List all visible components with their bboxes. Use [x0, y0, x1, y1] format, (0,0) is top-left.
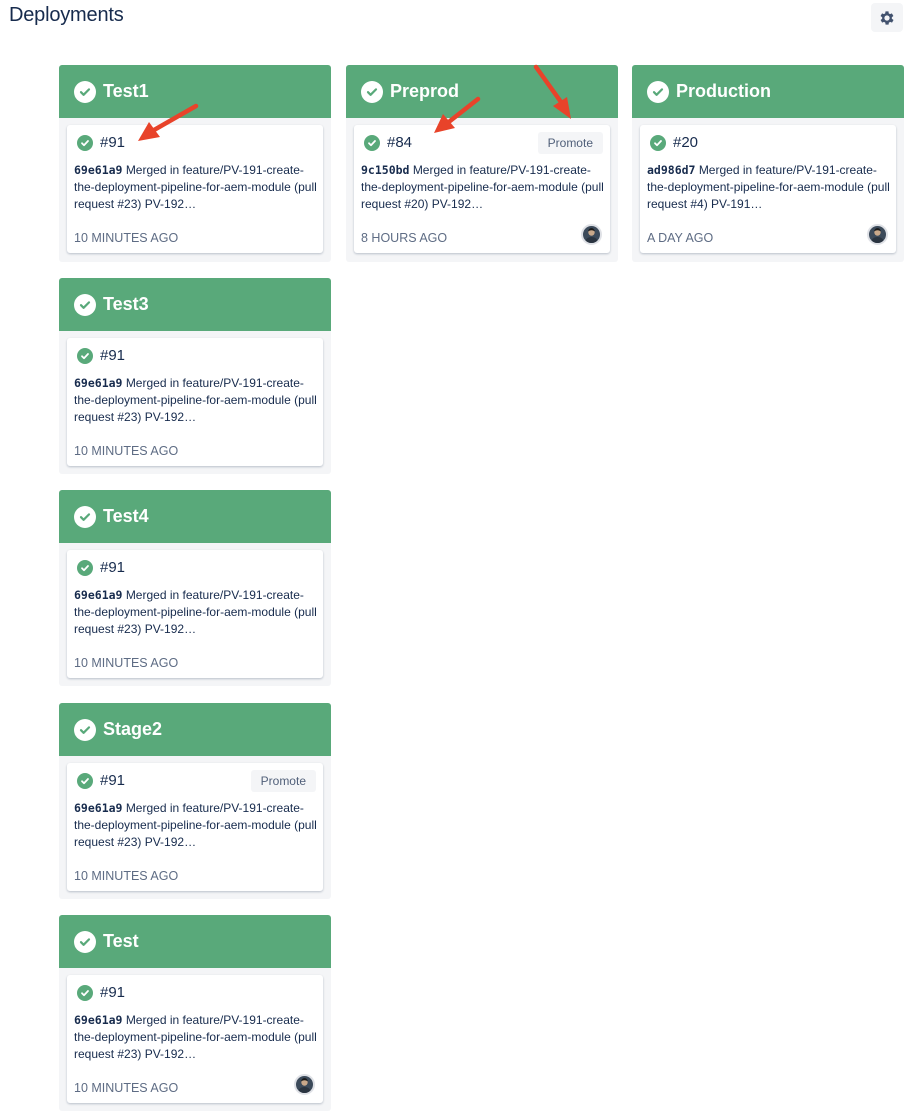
commit-hash[interactable]: 69e61a9	[74, 588, 122, 602]
deploy-time: 10 MINUTES AGO	[74, 444, 179, 458]
environment-name: Production	[676, 81, 771, 101]
deployment-card[interactable]: #91 69e61a9 Merged in feature/PV-191-cre…	[67, 550, 323, 678]
commit-hash[interactable]: 9c150bd	[361, 163, 409, 177]
deploy-time: 8 HOURS AGO	[361, 231, 448, 245]
commit-description: 69e61a9 Merged in feature/PV-191-create-…	[74, 587, 320, 638]
environment-header[interactable]: Test	[59, 915, 331, 968]
environment-header[interactable]: Stage2	[59, 703, 331, 756]
commit-hash[interactable]: 69e61a9	[74, 801, 122, 815]
environment-name: Stage2	[103, 719, 163, 739]
build-number[interactable]: #20	[673, 134, 698, 151]
annotation-arrow-icon	[434, 96, 481, 133]
commit-description: 9c150bd Merged in feature/PV-191-create-…	[361, 162, 607, 213]
environment-header[interactable]: Production	[632, 65, 904, 118]
environment-production: Production #20 ad986d7 Merged in feature…	[632, 65, 904, 262]
promote-button[interactable]: Promote	[250, 770, 316, 792]
settings-button[interactable]	[871, 3, 903, 32]
check-circle-icon	[77, 772, 93, 789]
build-number[interactable]: #91	[100, 134, 125, 151]
avatar[interactable]	[867, 224, 888, 245]
build-number[interactable]: #91	[100, 347, 125, 364]
build-number[interactable]: #91	[100, 772, 125, 789]
commit-description: ad986d7 Merged in feature/PV-191-create-…	[647, 162, 893, 213]
environment-name: Test1	[103, 81, 149, 101]
build-number[interactable]: #84	[387, 134, 412, 151]
deployment-card[interactable]: #20 ad986d7 Merged in feature/PV-191-cre…	[640, 125, 896, 253]
environment-stage2: Stage2 #91 Promote 69e61a9 Merged in fea…	[59, 703, 331, 899]
deployment-card[interactable]: #91 Promote 69e61a9 Merged in feature/PV…	[67, 763, 323, 891]
environment-name: Test4	[103, 506, 149, 526]
environment-test1: Test1 #91 69e61a9 Merged in feature/PV-1…	[59, 65, 331, 262]
avatar[interactable]	[581, 224, 602, 245]
check-circle-icon	[74, 718, 96, 741]
commit-description: 69e61a9 Merged in feature/PV-191-create-…	[74, 800, 320, 851]
gear-icon	[880, 10, 894, 25]
build-number[interactable]: #91	[100, 984, 125, 1001]
check-circle-icon	[74, 293, 96, 316]
annotation-arrow-icon	[138, 103, 199, 141]
check-circle-icon	[361, 80, 383, 103]
build-number[interactable]: #91	[100, 559, 125, 576]
commit-hash[interactable]: 69e61a9	[74, 163, 122, 177]
commit-hash[interactable]: 69e61a9	[74, 376, 122, 390]
environment-header[interactable]: Test4	[59, 490, 331, 543]
promote-button[interactable]: Promote	[537, 132, 603, 154]
deploy-time: 10 MINUTES AGO	[74, 1081, 179, 1095]
avatar[interactable]	[294, 1074, 315, 1095]
environment-test3: Test3 #91 69e61a9 Merged in feature/PV-1…	[59, 278, 331, 474]
deployment-card[interactable]: #91 69e61a9 Merged in feature/PV-191-cre…	[67, 975, 323, 1103]
environment-header[interactable]: Test3	[59, 278, 331, 331]
check-circle-icon	[77, 559, 93, 576]
environment-test: Test #91 69e61a9 Merged in feature/PV-19…	[59, 915, 331, 1111]
check-circle-icon	[74, 80, 96, 103]
commit-description: 69e61a9 Merged in feature/PV-191-create-…	[74, 375, 320, 426]
check-circle-icon	[74, 930, 96, 953]
check-circle-icon	[77, 134, 93, 151]
environment-name: Test	[103, 931, 139, 951]
environment-test4: Test4 #91 69e61a9 Merged in feature/PV-1…	[59, 490, 331, 686]
commit-description: 69e61a9 Merged in feature/PV-191-create-…	[74, 162, 320, 213]
annotation-arrow-icon	[533, 64, 571, 119]
check-circle-icon	[74, 505, 96, 528]
check-circle-icon	[77, 347, 93, 364]
commit-hash[interactable]: ad986d7	[647, 163, 695, 177]
check-circle-icon	[364, 134, 380, 151]
deploy-time: A DAY AGO	[647, 231, 714, 245]
deployment-card[interactable]: #91 69e61a9 Merged in feature/PV-191-cre…	[67, 338, 323, 466]
environment-name: Test3	[103, 294, 149, 314]
page-title: Deployments	[9, 4, 124, 26]
deploy-time: 10 MINUTES AGO	[74, 869, 179, 883]
deploy-time: 10 MINUTES AGO	[74, 231, 179, 245]
check-circle-icon	[647, 80, 669, 103]
deployment-card[interactable]: #84 Promote 9c150bd Merged in feature/PV…	[354, 125, 610, 253]
commit-hash[interactable]: 69e61a9	[74, 1013, 122, 1027]
check-circle-icon	[77, 984, 93, 1001]
deploy-time: 10 MINUTES AGO	[74, 656, 179, 670]
commit-description: 69e61a9 Merged in feature/PV-191-create-…	[74, 1012, 320, 1063]
check-circle-icon	[650, 134, 666, 151]
